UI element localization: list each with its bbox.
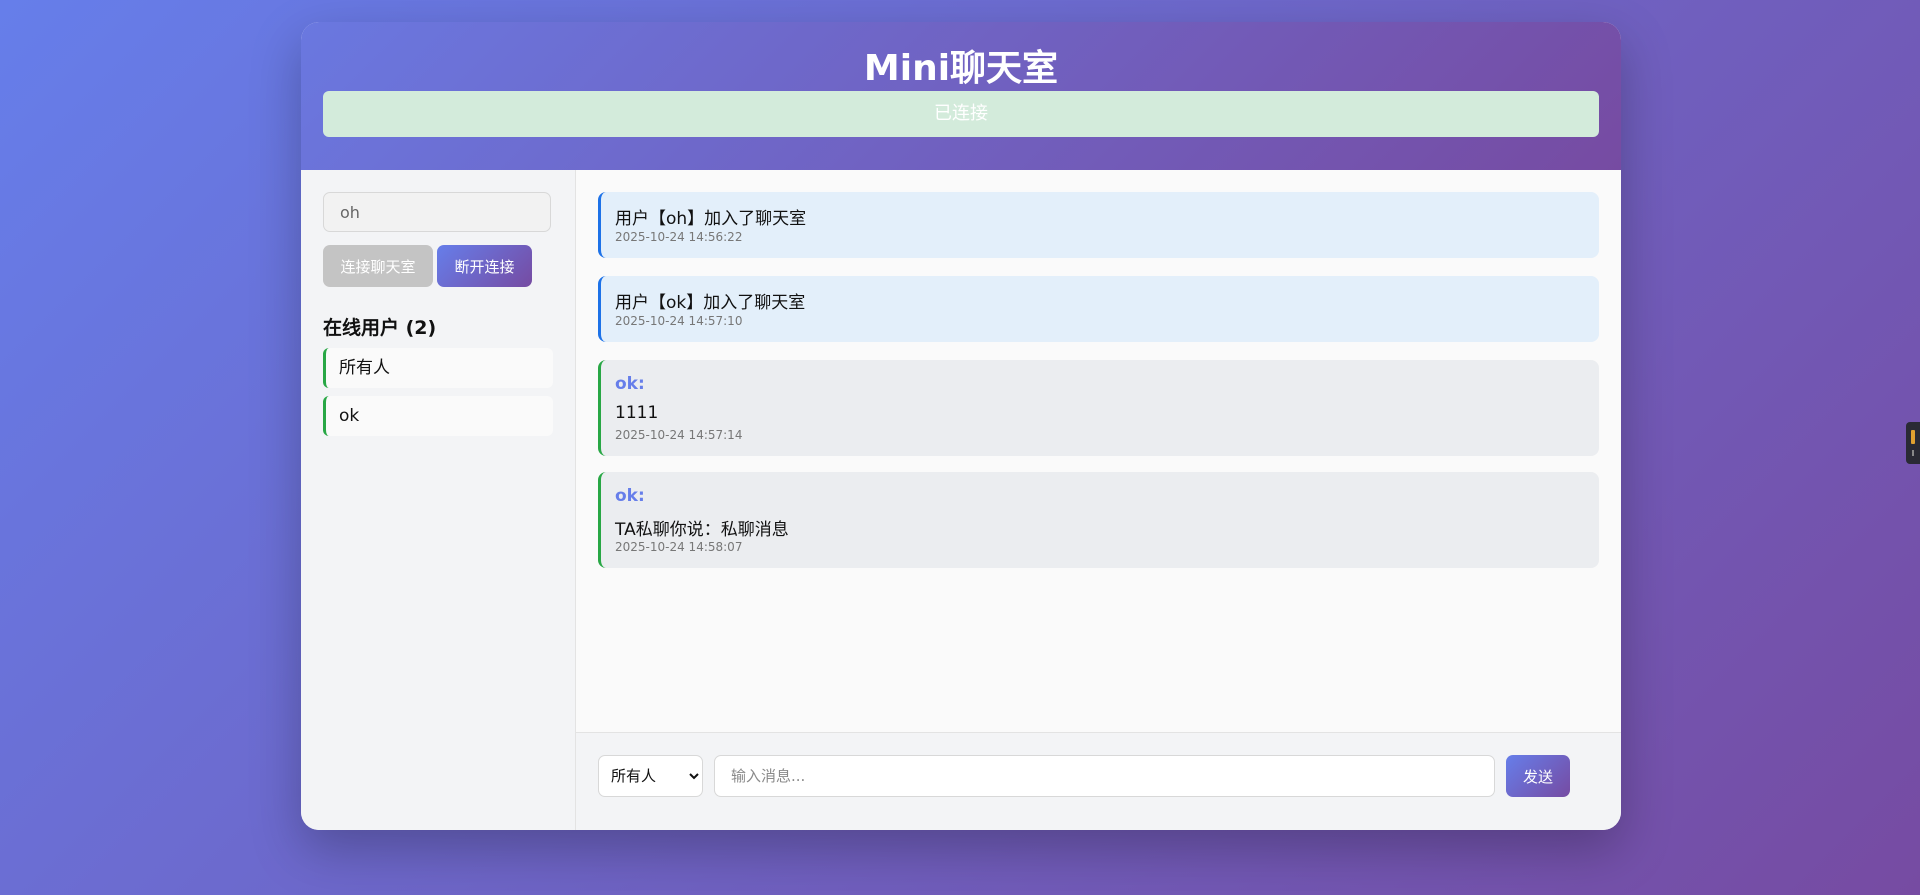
message-input[interactable] <box>714 755 1495 797</box>
recipient-select[interactable]: 所有人 <box>598 755 703 797</box>
connect-button[interactable]: 连接聊天室 <box>323 245 433 287</box>
message-timestamp: 2025-10-24 14:57:10 <box>615 314 743 328</box>
message-sender: ok: <box>615 486 645 506</box>
sidebar: 连接聊天室 断开连接 在线用户 (2) 所有人 ok <box>301 170 576 830</box>
message-text: TA私聊你说：私聊消息 <box>615 520 789 540</box>
message-sender: ok: <box>615 374 645 394</box>
user-message: ok: TA私聊你说：私聊消息 2025-10-24 14:58:07 <box>598 472 1599 568</box>
message-list: 用户【oh】加入了聊天室 2025-10-24 14:56:22 用户【ok】加… <box>576 170 1621 732</box>
system-message: 用户【oh】加入了聊天室 2025-10-24 14:56:22 <box>598 192 1599 258</box>
disconnect-button[interactable]: 断开连接 <box>437 245 532 287</box>
user-message: ok: 1111 2025-10-24 14:57:14 <box>598 360 1599 456</box>
message-text: 1111 <box>615 403 659 423</box>
online-user-all[interactable]: 所有人 <box>323 348 553 388</box>
message-text: 用户【oh】加入了聊天室 <box>615 209 807 229</box>
chat-app-window: Mini聊天室 已连接 连接聊天室 断开连接 在线用户 (2) 所有人 ok 用… <box>301 22 1621 830</box>
extension-dot-icon <box>1912 450 1914 456</box>
connection-status-banner: 已连接 <box>323 91 1599 137</box>
page-title: Mini聊天室 <box>863 48 1059 89</box>
system-message: 用户【ok】加入了聊天室 2025-10-24 14:57:10 <box>598 276 1599 342</box>
message-timestamp: 2025-10-24 14:57:14 <box>615 428 743 442</box>
header: Mini聊天室 已连接 <box>301 22 1621 170</box>
username-input[interactable] <box>323 192 551 232</box>
message-timestamp: 2025-10-24 14:58:07 <box>615 540 743 554</box>
message-timestamp: 2025-10-24 14:56:22 <box>615 230 743 244</box>
online-user-ok[interactable]: ok <box>323 396 553 436</box>
extension-bar-icon <box>1911 430 1915 444</box>
message-text: 用户【ok】加入了聊天室 <box>615 293 806 313</box>
message-composer: 所有人 发送 <box>576 732 1621 830</box>
send-button[interactable]: 发送 <box>1506 755 1570 797</box>
browser-extension-handle[interactable] <box>1906 422 1920 464</box>
online-users-title: 在线用户 (2) <box>323 317 437 339</box>
